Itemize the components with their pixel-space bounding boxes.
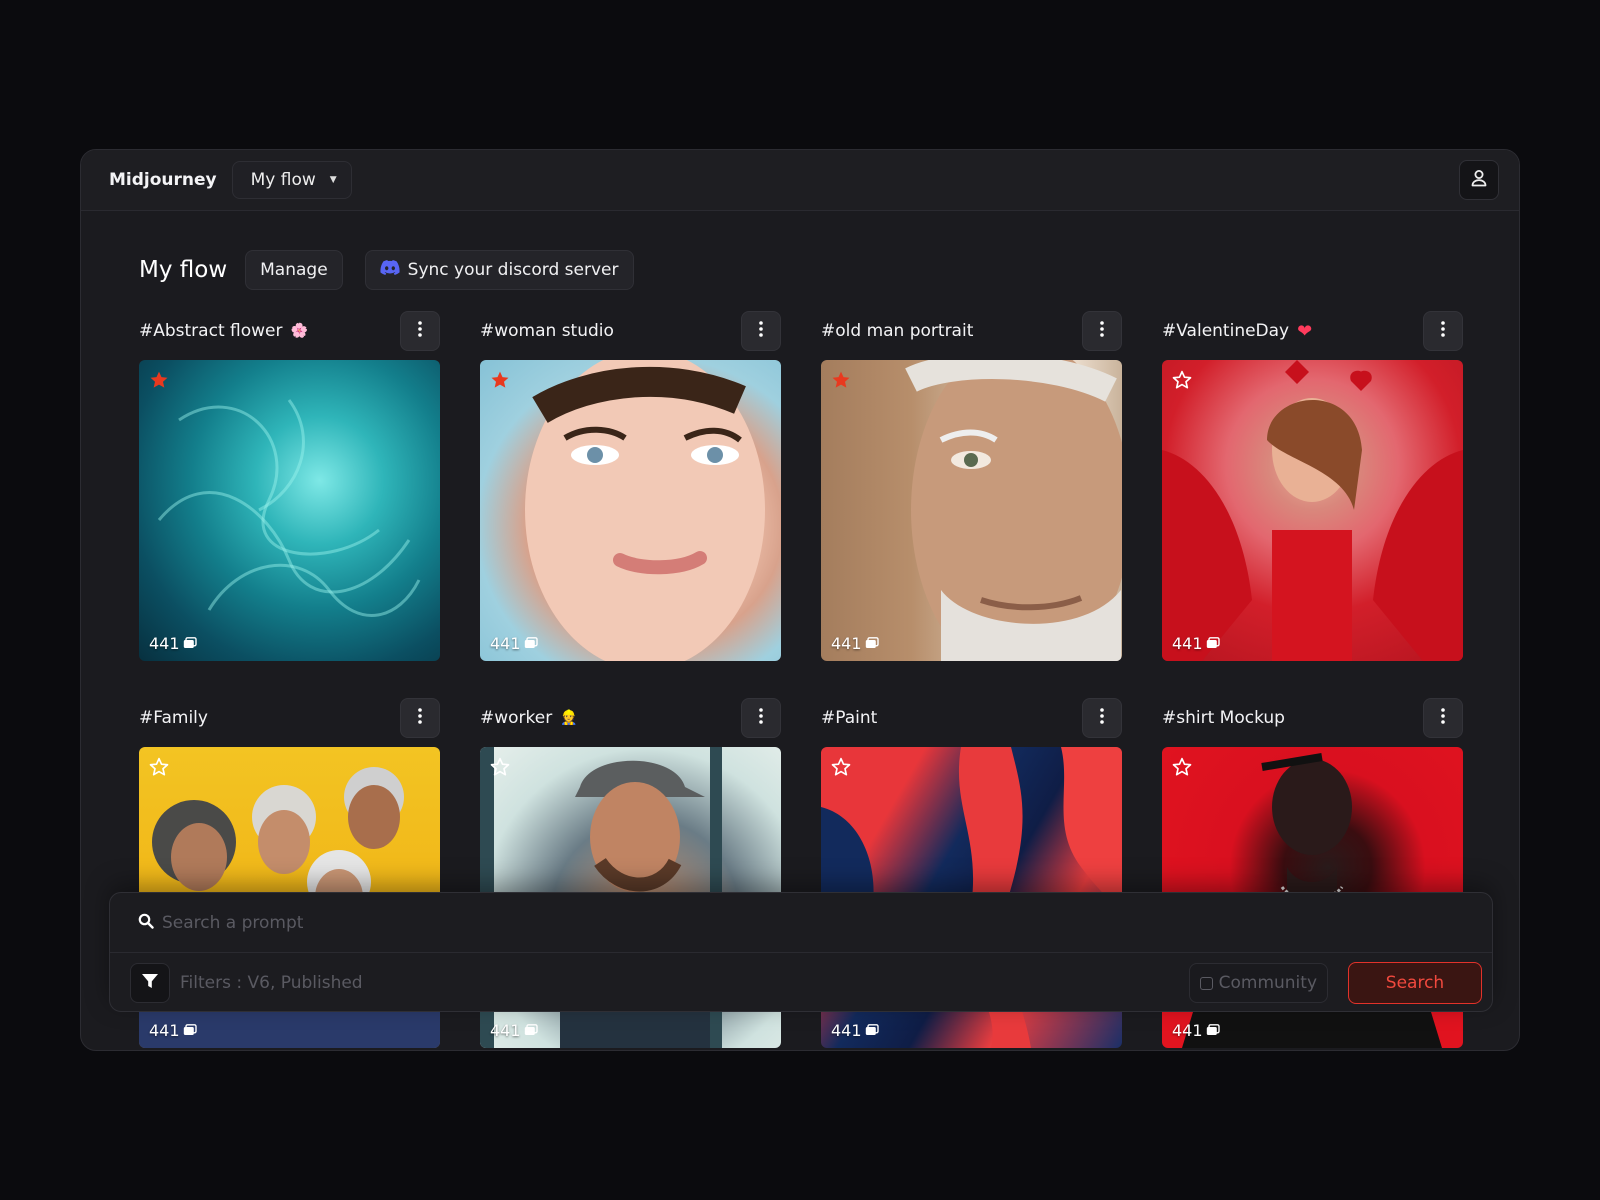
more-vertical-icon [1100, 321, 1104, 341]
user-icon [1469, 168, 1489, 192]
images-icon [865, 634, 879, 653]
woman-face-art [525, 360, 765, 661]
flow-card: #woman studio 441 [480, 311, 781, 661]
image-count: 441 [149, 1021, 197, 1040]
card-more-button[interactable] [741, 311, 781, 351]
images-icon [1206, 1021, 1220, 1040]
image-count: 441 [1172, 634, 1220, 653]
star-filled-icon[interactable] [149, 370, 169, 394]
search-row [110, 893, 1492, 953]
flower-emoji-icon: 🌸 [290, 323, 308, 339]
search-icon [138, 913, 154, 933]
images-icon [524, 1021, 538, 1040]
filter-button[interactable] [130, 963, 170, 1003]
flow-selector-label: My flow [250, 170, 316, 190]
community-toggle[interactable]: Community [1188, 963, 1328, 1003]
more-vertical-icon [418, 321, 422, 341]
top-bar: Midjourney My flow ▼ [81, 150, 1519, 211]
manage-button[interactable]: Manage [245, 250, 343, 290]
card-thumbnail[interactable]: 441 [139, 360, 440, 661]
worker-emoji-icon: 👷 [560, 710, 578, 726]
star-outline-icon[interactable] [149, 757, 169, 781]
discord-icon [380, 259, 400, 281]
image-count: 441 [490, 634, 538, 653]
star-filled-icon[interactable] [831, 370, 851, 394]
star-outline-icon[interactable] [1172, 370, 1192, 394]
card-thumbnail[interactable]: 441 [480, 360, 781, 661]
page-title: My flow [139, 257, 228, 283]
heart-icon: ❤ [1297, 320, 1313, 342]
checkbox-icon [1199, 976, 1213, 990]
image-count: 441 [831, 1021, 879, 1040]
filter-icon [141, 972, 159, 994]
images-icon [183, 634, 197, 653]
card-more-button[interactable] [1423, 311, 1463, 351]
chevron-down-icon: ▼ [329, 175, 337, 185]
app-window: Midjourney My flow ▼ My flow Manage Sync… [80, 149, 1520, 1051]
images-icon [183, 1021, 197, 1040]
valentine-art [1162, 360, 1463, 661]
flow-card: #Abstract flower 🌸 441 [139, 311, 440, 661]
image-count: 441 [1172, 1021, 1220, 1040]
card-title[interactable]: #worker 👷 [480, 708, 578, 728]
card-more-button[interactable] [1082, 311, 1122, 351]
card-more-button[interactable] [400, 698, 440, 738]
star-filled-icon[interactable] [490, 370, 510, 394]
card-title[interactable]: #Abstract flower 🌸 [139, 321, 308, 341]
brand-logo[interactable]: Midjourney [109, 170, 217, 190]
more-vertical-icon [1441, 708, 1445, 728]
card-title[interactable]: #ValentineDay ❤ [1162, 321, 1312, 342]
star-outline-icon[interactable] [1172, 757, 1192, 781]
more-vertical-icon [1441, 321, 1445, 341]
sync-discord-label: Sync your discord server [407, 260, 619, 280]
flow-selector[interactable]: My flow ▼ [231, 161, 352, 199]
card-title[interactable]: #Family [139, 708, 208, 728]
more-vertical-icon [759, 321, 763, 341]
flow-card: #ValentineDay ❤ 441 [1162, 311, 1463, 661]
user-menu-button[interactable] [1459, 160, 1499, 200]
star-outline-icon[interactable] [831, 757, 851, 781]
filter-row: Filters : V6, Published Community Search [110, 953, 1492, 1013]
card-title[interactable]: #shirt Mockup [1162, 708, 1285, 728]
card-title[interactable]: #old man portrait [821, 321, 973, 341]
page-header: My flow Manage Sync your discord server [139, 250, 634, 290]
search-panel: Filters : V6, Published Community Search [109, 892, 1493, 1012]
search-input[interactable] [162, 912, 1492, 933]
card-more-button[interactable] [1423, 698, 1463, 738]
card-title[interactable]: #Paint [821, 708, 877, 728]
card-more-button[interactable] [1082, 698, 1122, 738]
community-label: Community [1218, 973, 1317, 993]
more-vertical-icon [759, 708, 763, 728]
more-vertical-icon [1100, 708, 1104, 728]
image-count: 441 [831, 634, 879, 653]
old-man-art [905, 360, 1122, 661]
card-title[interactable]: #woman studio [480, 321, 614, 341]
images-icon [1206, 634, 1220, 653]
filters-summary[interactable]: Filters : V6, Published [180, 973, 1189, 993]
image-count: 441 [149, 634, 197, 653]
flower-art [157, 399, 421, 617]
flow-card: #old man portrait 441 [821, 311, 1122, 661]
card-thumbnail[interactable]: 441 [1162, 360, 1463, 661]
images-icon [524, 634, 538, 653]
images-icon [865, 1021, 879, 1040]
star-outline-icon[interactable] [490, 757, 510, 781]
card-thumbnail[interactable]: 441 [821, 360, 1122, 661]
sync-discord-button[interactable]: Sync your discord server [364, 250, 634, 290]
card-more-button[interactable] [400, 311, 440, 351]
search-button[interactable]: Search [1348, 962, 1482, 1004]
image-count: 441 [490, 1021, 538, 1040]
more-vertical-icon [418, 708, 422, 728]
card-more-button[interactable] [741, 698, 781, 738]
